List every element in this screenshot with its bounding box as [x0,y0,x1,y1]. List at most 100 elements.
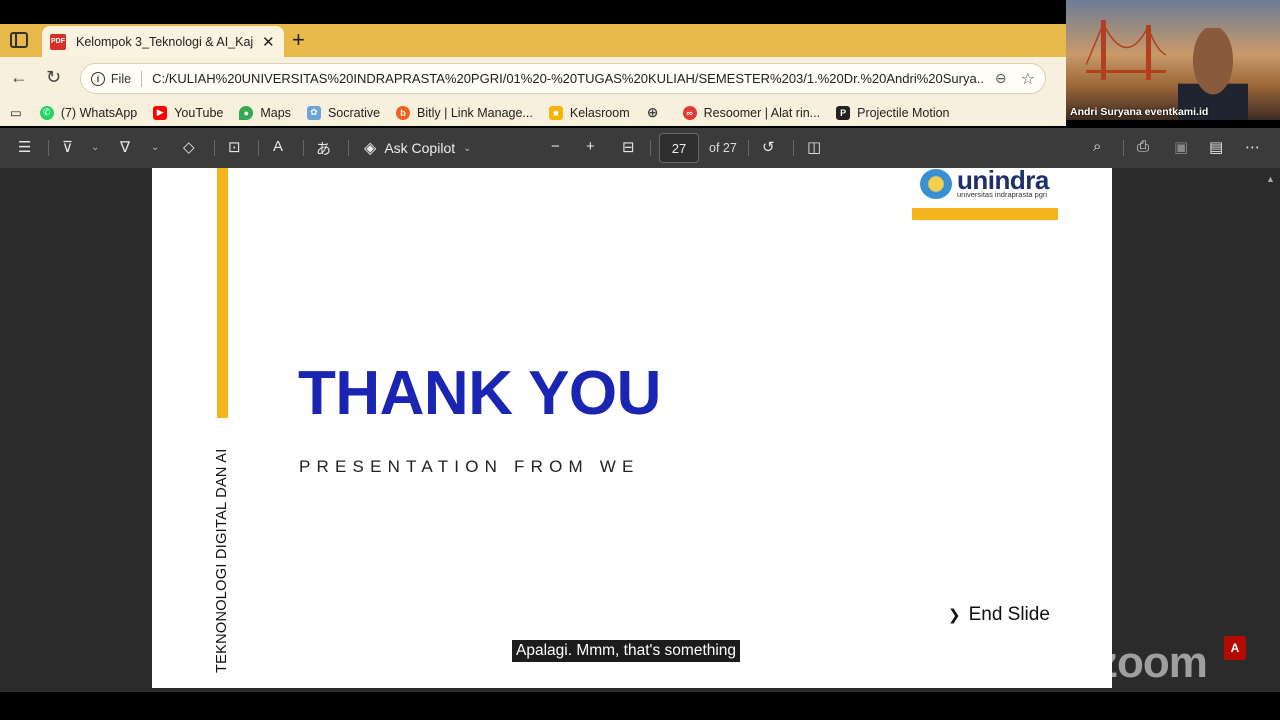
bookmark-label: Resoomer | Alat rin... [703,105,821,120]
divider [48,140,49,156]
draw-icon[interactable]: ∇ [120,138,130,156]
bookmark-label: Socrative [327,105,381,120]
fit-page-icon[interactable]: ⊟ [622,138,635,156]
page-view-icon[interactable]: ◫ [807,138,821,156]
zoom-in-icon[interactable]: + [586,138,595,155]
live-caption: Apalagi. Mmm, that's something [512,640,741,662]
bookmark-resoomer[interactable]: ∞ Resoomer | Alat rin... [682,105,821,120]
bookmark-label: Bitly | Link Manage... [417,105,533,120]
adobe-acrobat-icon[interactable]: A [1224,636,1246,660]
chevron-right-icon: ❯ [948,607,961,624]
divider [258,140,259,156]
tab-title: Kelompok 3_Teknologi & AI_Kajian [76,34,254,49]
pdf-viewer[interactable]: TEKNONOLOGI DIGITAL DAN AI unindra unive… [0,168,1280,692]
zoom-icon[interactable]: ⊖ [995,70,1007,87]
bookmark-kelasroom[interactable]: ■ Kelasroom [548,105,630,120]
pdf-toolbar: ☰ ⊽ ⌄ ∇ ⌄ ◇ ⊡ A あ ◈ Ask Copilot ⌄ − + ⊟ … [0,128,1280,168]
bookmarks-menu-icon[interactable]: ▭ [10,105,22,120]
contents-icon[interactable]: ☰ [18,138,31,156]
page-total: of 27 [709,141,737,155]
divider [1123,140,1124,156]
bookmark-youtube[interactable]: ▶ YouTube [153,105,224,120]
bookmark-label: (7) WhatsApp [60,105,138,120]
close-tab-icon[interactable]: ✕ [262,33,275,51]
zoom-watermark: zoom [1096,638,1208,687]
new-tab-button[interactable]: + [292,27,305,53]
read-aloud-icon[interactable]: A [273,138,283,155]
whatsapp-icon: ✆ [39,105,54,120]
divider [650,140,651,156]
participant-name: Andri Suryana eventkami.id [1070,106,1209,118]
bookmark-label: YouTube [174,105,224,120]
slide-subtitle: PRESENTATION FROM WE [299,457,640,476]
end-slide-text: End Slide [968,604,1050,625]
save-icon[interactable]: ▣ [1174,138,1188,156]
globe-icon: ⊕ [646,104,659,120]
socrative-icon: ✿ [306,105,321,120]
address-bar-row: ← ↻ i File C:/KULIAH%20UNIVERSITAS%20IND… [0,57,1066,99]
address-bar[interactable]: i File C:/KULIAH%20UNIVERSITAS%20INDRAPR… [80,63,1046,94]
bottom-strip [0,692,1280,720]
info-icon[interactable]: i [91,71,105,86]
highlight-icon[interactable]: ⊽ [62,138,73,156]
bookmark-whatsapp[interactable]: ✆ (7) WhatsApp [39,105,138,120]
tab-actions-button[interactable] [10,32,28,48]
bookmark-socrative[interactable]: ✿ Socrative [306,105,381,120]
scrollbar-up-arrow[interactable]: ▲ [1266,174,1275,188]
back-icon[interactable]: ← [10,67,28,88]
ask-copilot-label: Ask Copilot [384,140,456,156]
bookmark-label: Maps [260,105,291,120]
search-icon[interactable]: ⌕ [1093,138,1101,155]
bookmark-projectile-motion[interactable]: P Projectile Motion [836,105,950,120]
url-text[interactable]: C:/KULIAH%20UNIVERSITAS%20INDRAPRASTA%20… [152,71,985,86]
chevron-down-icon[interactable]: ⌄ [151,142,159,153]
favorite-star-icon[interactable]: ☆ [1021,69,1035,89]
university-emblem-icon [920,168,952,199]
divider [141,70,143,87]
bookmark-globe[interactable]: ⊕ [646,104,667,120]
refresh-icon[interactable]: ↻ [46,67,61,88]
maps-icon: ● [239,105,254,120]
print-icon[interactable]: ⎙ [1137,138,1149,155]
rotate-icon[interactable]: ↺ [762,138,775,156]
bookmark-label: Kelasroom [569,105,630,120]
accent-horizontal-bar [912,208,1058,220]
more-options-icon[interactable]: ⋯ [1245,138,1260,156]
ask-copilot-button[interactable]: ◈ Ask Copilot ⌄ [364,138,472,158]
bookmark-bitly[interactable]: b Bitly | Link Manage... [396,105,533,120]
logo-name: unindra [957,168,1049,195]
text-box-icon[interactable]: ⊡ [228,138,241,156]
chevron-down-icon: ⌄ [463,142,472,154]
unindra-logo: unindra universitas indraprasta pgri [920,168,1049,199]
end-slide-label: ❯ End Slide [948,604,1050,626]
bookmark-label: Projectile Motion [857,105,950,120]
save-as-icon[interactable]: ▤ [1209,138,1223,156]
chevron-down-icon[interactable]: ⌄ [91,142,99,153]
translate-icon[interactable]: あ [316,138,331,159]
kelasroom-icon: ■ [548,105,563,120]
screen: PDF Kelompok 3_Teknologi & AI_Kajian ✕ +… [0,0,1280,720]
vertical-title: TEKNONOLOGI DIGITAL DAN AI [214,448,230,673]
pdf-icon: PDF [50,33,66,50]
slide-headline: THANK YOU [298,359,661,428]
divider [748,140,749,156]
divider [214,140,215,156]
resoomer-icon: ∞ [682,105,697,120]
webcam-video: Andri Suryana eventkami.id [1066,0,1280,120]
divider [793,140,794,156]
bookmark-maps[interactable]: ● Maps [239,105,291,120]
page-number-input[interactable]: 27 [659,133,699,163]
tab-bar: PDF Kelompok 3_Teknologi & AI_Kajian ✕ + [0,24,1066,57]
bookmarks-bar: ▭ ✆ (7) WhatsApp ▶ YouTube ● Maps ✿ Socrativ… [0,99,1066,126]
pdf-page: TEKNONOLOGI DIGITAL DAN AI unindra unive… [152,168,1112,688]
golden-gate-bridge-background [1086,20,1166,80]
copilot-icon: ◈ [364,140,377,157]
divider [348,140,349,156]
youtube-icon: ▶ [153,105,168,120]
eraser-icon[interactable]: ◇ [183,138,195,156]
phet-icon: P [836,105,851,120]
tab-active[interactable]: PDF Kelompok 3_Teknologi & AI_Kajian ✕ [42,26,284,57]
file-label: File [110,71,132,86]
bitly-icon: b [396,105,411,120]
zoom-out-icon[interactable]: − [551,138,560,155]
